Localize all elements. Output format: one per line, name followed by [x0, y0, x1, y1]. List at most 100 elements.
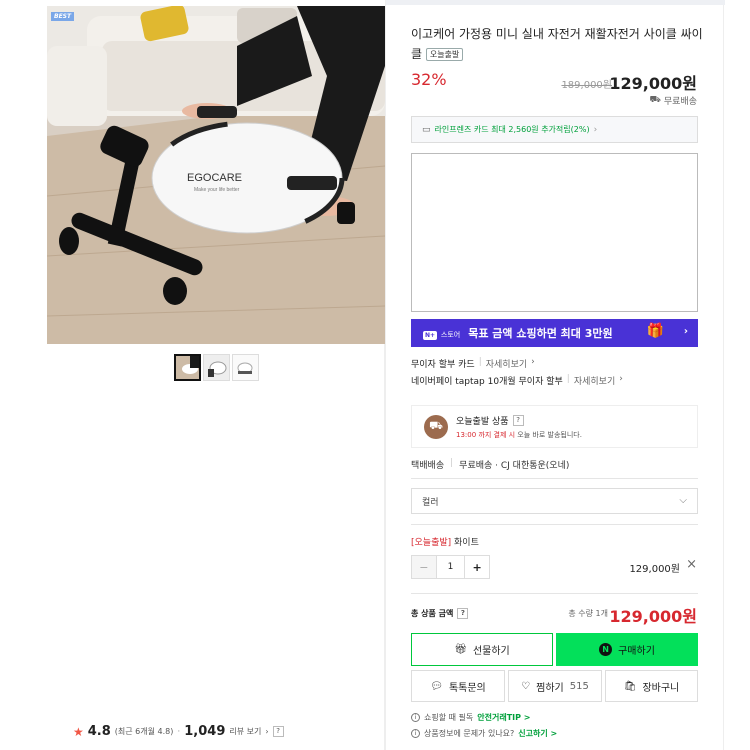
installment-label: 무이자 할부 카드	[411, 360, 475, 370]
close-icon[interactable]: ×	[686, 557, 697, 572]
cutoff-time: 13:00 까지 결제 시	[456, 430, 516, 439]
color-select[interactable]: 컬러 ⌵	[411, 488, 698, 514]
chevron-right-icon: ›	[593, 124, 598, 135]
nplus-logo: N+	[423, 330, 438, 340]
help-icon[interactable]: ?	[512, 414, 524, 426]
divider-line	[411, 524, 698, 525]
divider-line	[411, 593, 698, 594]
delivery-type: 택배배송	[411, 461, 445, 471]
cutoff-note: 오늘 바로 발송됩니다.	[517, 430, 582, 439]
thumbnail-2[interactable]	[203, 354, 230, 381]
divider: |	[566, 374, 570, 384]
notice-text: 상품정보에 문제가 있나요?	[424, 729, 515, 738]
cart-icon: 🛍︎	[623, 680, 637, 692]
panel-top-border	[386, 0, 725, 5]
buy-button-label: 구매하기	[618, 646, 655, 657]
heart-icon: ♡	[521, 680, 531, 692]
cart-button[interactable]: 🛍︎ 장바구니	[605, 670, 698, 702]
divider: |	[478, 357, 482, 367]
notice-report: i 상품정보에 문제가 있나요? 신고하기 >	[411, 728, 557, 739]
brand-slogan-text: Make your life better	[194, 187, 240, 193]
star-icon: ★	[73, 724, 84, 739]
thumbnail-3[interactable]	[232, 354, 259, 381]
safe-trade-link[interactable]: 안전거래TIP >	[477, 712, 530, 723]
product-title: 이고케어 가정용 미니 실내 자전거 재활자전거 사이클 싸이클 오늘출발	[411, 24, 711, 64]
option-tag: [오늘출발]	[411, 538, 452, 548]
gift-button[interactable]: 🎁︎ 선물하기	[411, 633, 553, 666]
promo-content-frame	[411, 153, 698, 312]
delivery-method: 택배배송 | 무료배송 · CJ 대한통운(오네)	[411, 458, 569, 471]
chevron-down-icon: ⌵	[679, 495, 687, 506]
total-quantity: 총 수량 1개	[568, 609, 608, 618]
rating-row: ★ 4.8 (최근 6개월 4.8) · 1,049 리뷰 보기 › ?	[73, 724, 284, 739]
shipping-info: ⛟ 무료배송	[650, 94, 697, 107]
naver-plus-store-logo: N+ 스토어	[423, 327, 460, 340]
talk-inquiry-button[interactable]: 💬︎ 톡톡문의	[411, 670, 505, 702]
npay-installment-label: 네이버페이 taptap 10개월 무이자 할부	[411, 377, 563, 387]
review-link[interactable]: 리뷰 보기	[229, 726, 261, 737]
card-promo-box[interactable]: ▭ 라인프렌즈 카드 최대 2,560원 추가적립(2%) ›	[411, 116, 698, 143]
cart-button-label: 장바구니	[642, 682, 680, 694]
help-icon[interactable]: ?	[272, 726, 284, 737]
quantity-value[interactable]: 1	[437, 556, 465, 578]
exercise-bike-photo: EGOCARE Make your life better	[47, 6, 385, 344]
gift-box-icon: 🎁	[646, 323, 664, 339]
rating-recent: (최근 6개월 4.8)	[114, 727, 174, 736]
main-product-image[interactable]: EGOCARE Make your life better BEST	[47, 6, 385, 344]
quantity-stepper: − 1 +	[411, 555, 490, 579]
product-info-panel: 이고케어 가정용 미니 실내 자전거 재활자전거 사이클 싸이클 오늘출발 32…	[385, 0, 725, 750]
chevron-right-icon: ›	[619, 374, 623, 384]
gift-icon: 🎁︎	[454, 644, 467, 655]
wishlist-count: 515	[569, 680, 589, 692]
increase-button[interactable]: +	[464, 556, 489, 578]
thumbnail-image	[204, 355, 229, 380]
chevron-right-icon: ›	[265, 727, 269, 736]
brand-logo-text: EGOCARE	[187, 172, 242, 184]
credit-card-icon: ▭	[422, 124, 431, 135]
rating-score: 4.8	[87, 724, 111, 739]
truck-icon: ⛟	[424, 414, 448, 439]
divider-line	[411, 478, 698, 479]
chevron-right-icon: ›	[683, 326, 688, 337]
info-icon: i	[411, 729, 420, 738]
notice-text: 쇼핑할 때 필독	[424, 713, 474, 722]
sale-price: 129,000원	[609, 74, 697, 93]
today-ship-sub: 13:00 까지 결제 시 오늘 바로 발송됩니다.	[456, 430, 582, 440]
npay-detail-link[interactable]: 자세히보기	[574, 374, 615, 387]
thumbnail-image	[233, 355, 258, 380]
truck-small-icon: ⛟	[649, 95, 661, 105]
thumbnail-image	[176, 356, 199, 379]
option-price: 129,000원	[629, 564, 680, 575]
banner-text: 목표 금액 쇼핑하면 최대 3만원	[468, 327, 613, 340]
help-icon[interactable]: ?	[457, 608, 469, 619]
today-ship-text: 오늘출발 상품 ? 13:00 까지 결제 시 오늘 바로 발송됩니다.	[456, 414, 582, 440]
chevron-right-icon: ›	[531, 357, 535, 367]
naver-plus-banner[interactable]: N+ 스토어 목표 금액 쇼핑하면 최대 3만원 🎁 ›	[411, 319, 698, 347]
wishlist-button[interactable]: ♡ 찜하기 515	[508, 670, 602, 702]
total-label-row: 총 상품 금액 ?	[411, 608, 469, 619]
review-count[interactable]: 1,049	[184, 724, 225, 739]
gift-button-label: 선물하기	[472, 646, 510, 657]
thumbnail-1[interactable]	[174, 354, 201, 381]
info-icon: i	[411, 713, 420, 722]
wishlist-button-label: 찜하기	[536, 682, 564, 694]
talk-button-label: 톡톡문의	[448, 682, 486, 694]
installment-detail-link[interactable]: 자세히보기	[486, 357, 527, 370]
naver-pay-icon: N	[599, 643, 613, 656]
today-ship-badge: 오늘출발	[425, 48, 464, 61]
total-price: 129,000원	[609, 607, 697, 626]
selected-option-name: [오늘출발] 화이트	[411, 535, 479, 548]
discount-rate: 32%	[411, 70, 447, 89]
card-promo-text: 라인프렌즈 카드 최대 2,560원 추가적립(2%)	[434, 125, 590, 134]
thumbnail-strip	[174, 354, 259, 381]
today-ship-title-row: 오늘출발 상품 ?	[456, 414, 582, 427]
total-label: 총 상품 금액	[411, 609, 454, 618]
product-gallery: EGOCARE Make your life better BEST ★ 4.8	[47, 0, 385, 750]
original-price: 189,000원	[561, 80, 612, 91]
report-link[interactable]: 신고하기 >	[518, 728, 557, 739]
color-select-placeholder: 컬러	[422, 497, 439, 508]
decrease-button[interactable]: −	[412, 556, 437, 578]
buy-button[interactable]: N 구매하기	[556, 633, 698, 666]
best-badge: BEST	[51, 12, 75, 21]
today-ship-box: ⛟ 오늘출발 상품 ? 13:00 까지 결제 시 오늘 바로 발송됩니다.	[411, 405, 698, 448]
